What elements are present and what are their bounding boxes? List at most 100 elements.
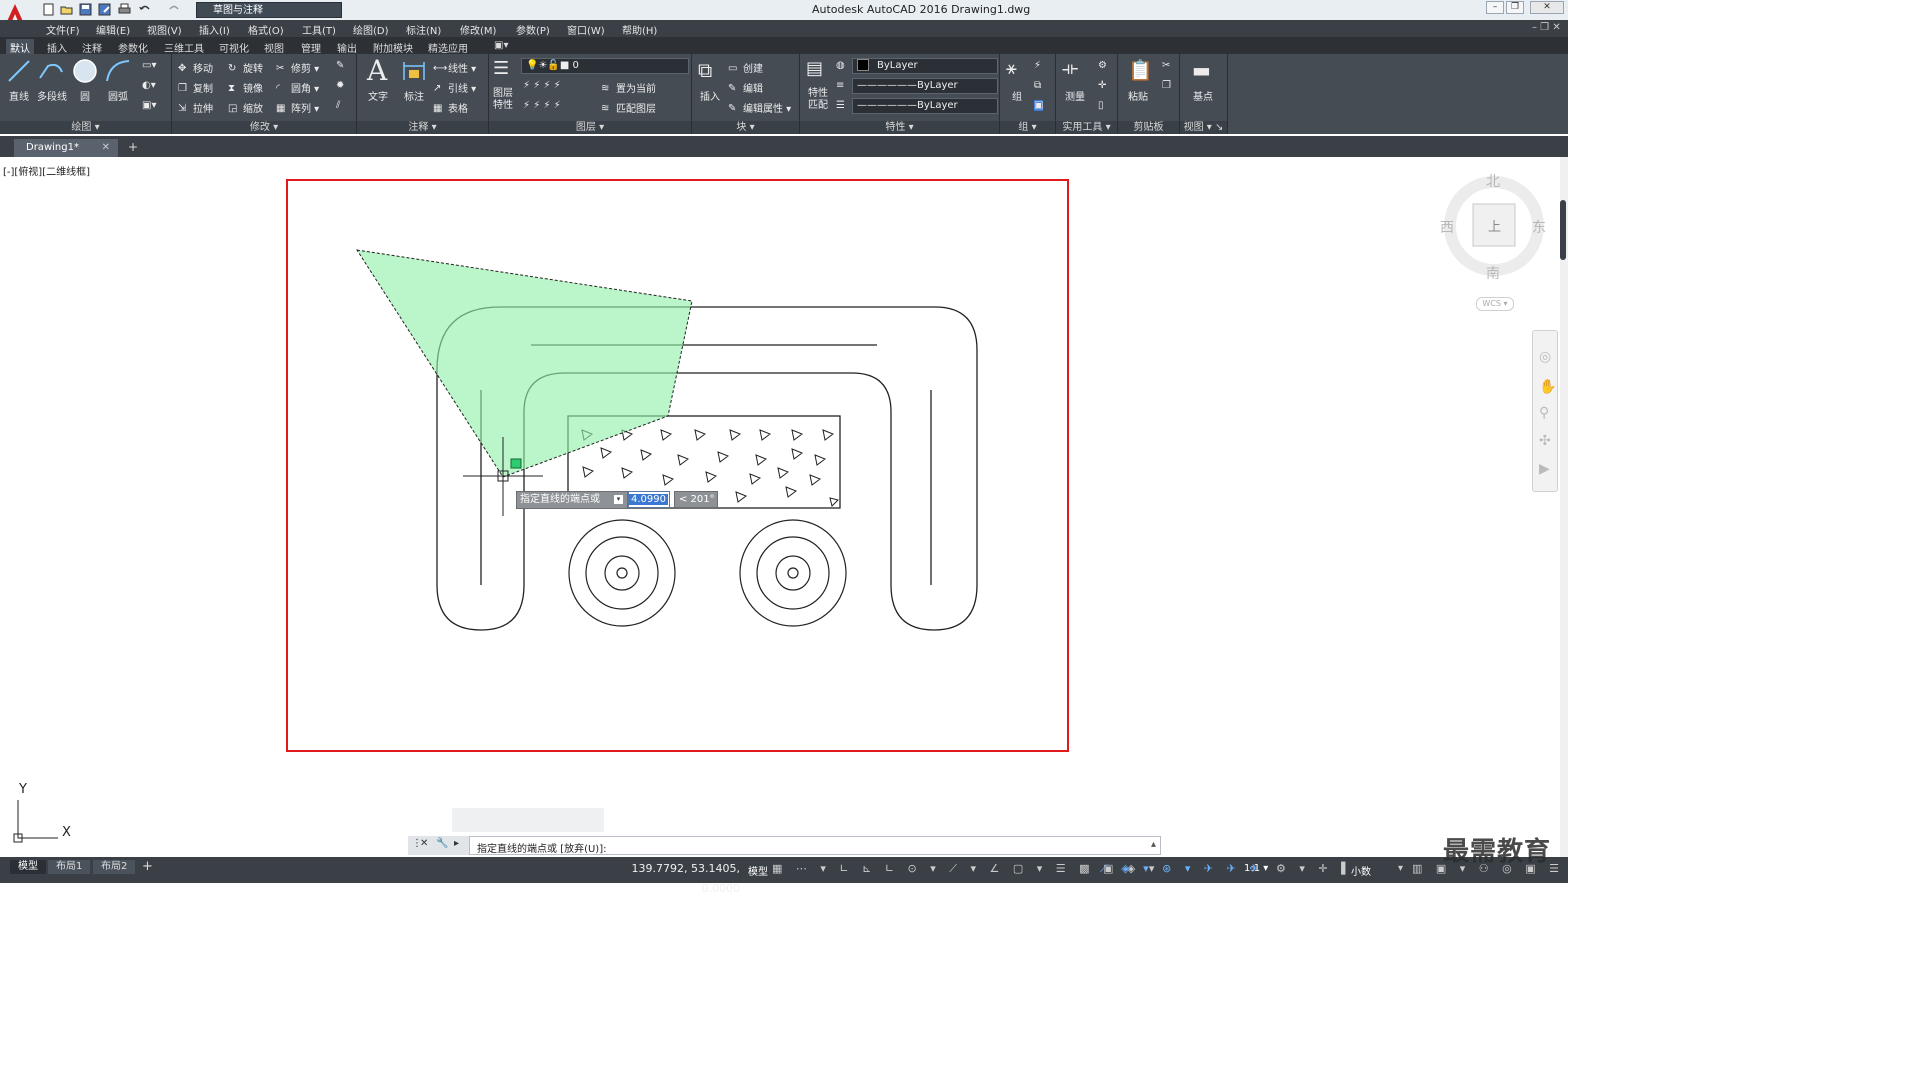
settings-toggles[interactable]: ⚙ ▾ ✛ ▌	[1276, 862, 1355, 875]
save-icon[interactable]	[79, 3, 92, 16]
close-command-icon[interactable]: ✕	[420, 838, 428, 849]
annotation-scale-button[interactable]: 1:1 ▾	[1244, 863, 1268, 874]
offset-icon[interactable]: ⫽	[336, 100, 340, 111]
dropdown-arrow-icon[interactable]: ▾	[614, 495, 623, 504]
customize-icon[interactable]: 🔧	[436, 838, 448, 849]
copy-button[interactable]: ❐ 复制	[178, 80, 213, 95]
model-space-button[interactable]: 模型	[748, 863, 768, 878]
open-file-icon[interactable]	[60, 3, 73, 16]
match-layer-button[interactable]: ≋ 匹配图层	[601, 100, 656, 115]
add-layout-button[interactable]: +	[142, 859, 153, 874]
viewcube-north[interactable]: 北	[1486, 171, 1500, 191]
annotation-panel-label[interactable]: 注释 ▾	[357, 121, 488, 134]
color-wheel-icon[interactable]: ◍	[836, 60, 845, 71]
layer-dropdown[interactable]: 💡☀🔓■ 0	[521, 58, 689, 74]
edit-attributes-button[interactable]: ✎ 编辑属性 ▾	[728, 100, 791, 115]
properties-panel-label[interactable]: 特性 ▾	[800, 121, 999, 134]
rotate-button[interactable]: ↻ 旋转	[228, 60, 263, 75]
copy-clip-icon[interactable]: ❐	[1162, 80, 1171, 91]
draw-panel-label[interactable]: 绘图 ▾	[0, 121, 171, 134]
steering-wheel-icon[interactable]: ◎	[1539, 349, 1551, 365]
group-edit-icon[interactable]: ⧉	[1034, 80, 1041, 91]
dynamic-input-length[interactable]: 4.0990	[628, 491, 670, 508]
recent-commands-icon[interactable]: ▸	[454, 838, 459, 849]
line-button[interactable]: 直线	[4, 88, 34, 103]
close-button[interactable]: ✕	[1530, 1, 1564, 14]
command-history-arrow-icon[interactable]: ▴	[1151, 839, 1156, 850]
groups-panel-label[interactable]: 组 ▾	[1000, 121, 1055, 134]
drawing-area[interactable]	[0, 157, 1560, 857]
tab-layout1[interactable]: 布局1	[48, 860, 91, 874]
stretch-button[interactable]: ⇲ 拉伸	[178, 100, 213, 115]
explode-icon[interactable]: ✹	[336, 80, 344, 91]
group-select-icon[interactable]: ▣	[1034, 100, 1044, 111]
redo-icon[interactable]	[168, 3, 181, 16]
mirror-button[interactable]: ⧗ 镜像	[228, 80, 263, 95]
restore-button[interactable]: ❐	[1506, 1, 1524, 14]
paste-button[interactable]: 粘贴	[1124, 88, 1152, 103]
viewport-controls[interactable]: [-][俯视][二维线框]	[3, 163, 90, 178]
menu-file[interactable]: 文件(F)	[46, 22, 80, 37]
workspace-dropdown[interactable]: 草图与注释	[196, 2, 342, 18]
viewcube-south[interactable]: 南	[1486, 263, 1500, 283]
new-file-icon[interactable]	[42, 3, 55, 16]
menu-insert[interactable]: 插入(I)	[199, 22, 230, 37]
drawing-tab[interactable]: Drawing1* ✕	[14, 139, 118, 157]
units-dropdown[interactable]: 小数	[1351, 863, 1405, 878]
leader-button[interactable]: ↗ 引线 ▾	[433, 80, 476, 95]
tab-layout2[interactable]: 布局2	[93, 860, 136, 874]
insert-block-button[interactable]: 插入	[696, 88, 724, 103]
calculator-icon[interactable]: ▯	[1098, 100, 1104, 111]
orbit-icon[interactable]: ✣	[1539, 433, 1551, 449]
linetype-dropdown[interactable]: ——————ByLayer	[852, 78, 998, 94]
clipboard-panel-label[interactable]: 剪贴板	[1118, 121, 1179, 134]
modify-panel-label[interactable]: 修改 ▾	[172, 121, 356, 134]
layer-tools-row2[interactable]: ⚡ ⚡ ⚡ ⚡	[523, 100, 561, 111]
text-button[interactable]: 文字	[363, 88, 393, 103]
layer-properties-button[interactable]: 图层特性	[489, 88, 517, 112]
menu-format[interactable]: 格式(O)	[248, 22, 284, 37]
pan-icon[interactable]: ✋	[1539, 379, 1556, 395]
layers-panel-label[interactable]: 图层 ▾	[489, 121, 691, 134]
new-tab-button[interactable]: +	[124, 140, 142, 154]
hatch-tool[interactable]: ◐▾	[142, 80, 156, 91]
layer-tools-row1[interactable]: ⚡ ⚡ ⚡ ⚡	[523, 80, 561, 91]
match-properties-button[interactable]: 特性匹配	[804, 88, 832, 112]
rectangle-tool[interactable]: ▭▾	[142, 60, 156, 71]
trim-button[interactable]: ✂ 修剪 ▾	[276, 60, 319, 75]
cut-icon[interactable]: ✂	[1162, 60, 1170, 71]
coordinates-readout[interactable]: 139.7792, 53.1405, 0.0000	[600, 859, 740, 895]
workspace-toggles[interactable]: ⟋ ◈ ▾ ⊛ ▾ ✈ ✈ ✈	[1100, 862, 1264, 876]
boundary-tool[interactable]: ▣▾	[142, 100, 156, 111]
menu-tools[interactable]: 工具(T)	[302, 22, 336, 37]
set-current-button[interactable]: ≋ 置为当前	[601, 80, 656, 95]
close-tab-icon[interactable]: ✕	[102, 139, 110, 157]
save-as-icon[interactable]	[98, 3, 111, 16]
linetype-icon[interactable]: ≡	[836, 80, 844, 91]
menu-edit[interactable]: 编辑(E)	[96, 22, 130, 37]
array-button[interactable]: ▦ 阵列 ▾	[276, 100, 319, 115]
block-panel-label[interactable]: 块 ▾	[692, 121, 799, 134]
menu-window[interactable]: 窗口(W)	[567, 22, 605, 37]
zoom-extents-icon[interactable]: ⚲	[1539, 405, 1549, 421]
erase-icon[interactable]: ✎	[336, 60, 344, 71]
ungroup-icon[interactable]: ⚡	[1034, 60, 1041, 71]
dimension-button[interactable]: 标注	[399, 88, 429, 103]
circle-button[interactable]: 圆	[72, 88, 98, 103]
edit-block-button[interactable]: ✎ 编辑	[728, 80, 763, 95]
minimize-button[interactable]: –	[1486, 1, 1504, 14]
showmotion-icon[interactable]: ▶	[1539, 461, 1550, 477]
color-dropdown[interactable]: ByLayer	[852, 58, 998, 74]
menu-parametric[interactable]: 参数(P)	[516, 22, 550, 37]
undo-icon[interactable]	[138, 3, 151, 16]
doc-window-controls[interactable]: – ❐ ✕	[1532, 22, 1561, 33]
dynamic-input-angle[interactable]: < 201°	[674, 491, 718, 508]
arc-button[interactable]: 圆弧	[104, 88, 132, 103]
command-line[interactable]: 指定直线的端点或 [放弃(U)]: ▴	[408, 836, 1161, 855]
vertical-scrollbar[interactable]	[1560, 157, 1568, 857]
fillet-button[interactable]: ◜ 圆角 ▾	[276, 80, 319, 95]
point-icon[interactable]: ✛	[1098, 80, 1106, 91]
wcs-dropdown[interactable]: WCS ▾	[1476, 297, 1514, 311]
utilities-panel-label[interactable]: 实用工具 ▾	[1056, 121, 1117, 134]
move-button[interactable]: ✥ 移动	[178, 60, 213, 75]
